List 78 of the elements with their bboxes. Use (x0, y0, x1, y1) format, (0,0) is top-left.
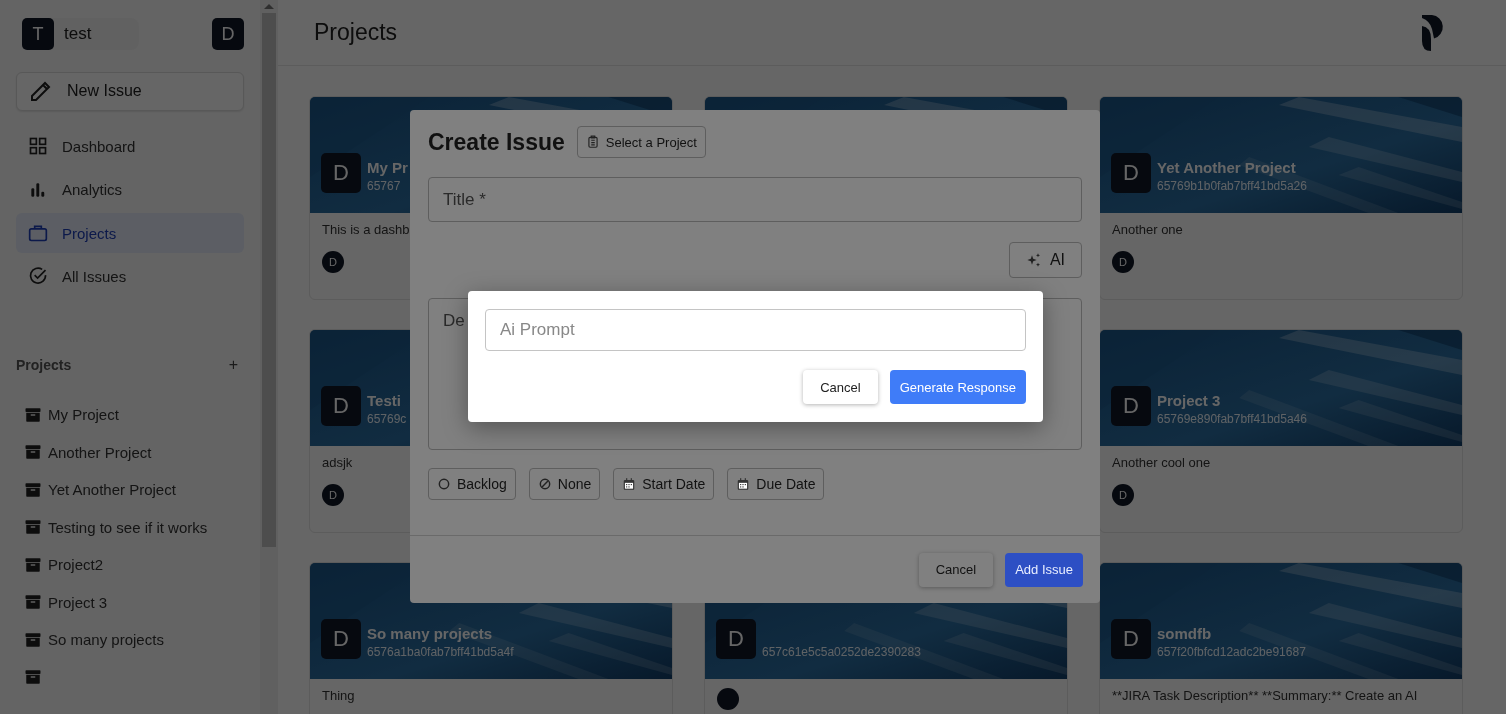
dialog-title: Create Issue (428, 128, 565, 156)
archive-icon (24, 443, 42, 462)
archive-icon (24, 518, 42, 537)
project-link[interactable]: My Project (16, 396, 244, 434)
pencil-icon (29, 79, 53, 104)
member-avatar: D (1112, 251, 1134, 273)
nav-item[interactable]: Dashboard (16, 126, 244, 166)
project-name: somdfb (1157, 625, 1213, 642)
check-circle-icon (28, 266, 48, 287)
project-avatar: D (321, 153, 361, 193)
add-project-button[interactable]: + (228, 356, 238, 375)
project-description: adsjk (322, 455, 354, 470)
project-avatar: D (1111, 386, 1151, 426)
archive-icon (24, 630, 42, 649)
project-name: Testi (367, 392, 402, 409)
property-chip[interactable]: Due Date (727, 468, 825, 500)
cancel-button[interactable]: Cancel (918, 552, 994, 587)
project-avatar: D (321, 386, 361, 426)
grid-icon (28, 136, 48, 157)
project-id: 65769c (367, 412, 407, 426)
archive-icon (24, 555, 42, 574)
project-name: Yet Another Project (1157, 159, 1297, 176)
ai-prompt-field[interactable]: Ai Prompt (485, 309, 1026, 351)
workspace-avatar: T (22, 18, 54, 50)
project-link[interactable]: Another Project (16, 433, 244, 472)
project-name: Project 3 (1157, 392, 1222, 409)
property-chip[interactable]: Backlog (428, 468, 516, 500)
logo-icon (1422, 14, 1446, 51)
project-description: Another one (1112, 222, 1184, 237)
briefcase-icon (28, 223, 48, 244)
project-id: 6576a1ba0fab7bff41bd5a4f (367, 645, 514, 659)
project-name: So many projects (367, 625, 494, 642)
project-name: My Pr (367, 159, 408, 176)
project-avatar: D (716, 619, 756, 659)
property-chip[interactable]: Start Date (613, 468, 715, 500)
member-avatar: D (322, 251, 344, 273)
section-heading: Projects (16, 357, 72, 374)
generate-response-button[interactable]: Generate Response (889, 370, 1026, 404)
project-link[interactable]: Yet Another Project (16, 471, 244, 509)
project-description: Thing (322, 688, 356, 703)
member-avatar: D (322, 484, 344, 506)
project-description: Another cool one (1112, 455, 1212, 470)
project-id: 657c61e5c5a0252de2390283 (762, 645, 921, 659)
archive-icon (24, 480, 42, 499)
project-id: 65769e890fab7bff41bd5a46 (1157, 412, 1307, 426)
circle-icon (437, 477, 451, 491)
archive-icon (24, 405, 42, 424)
ai-button[interactable]: AI (1008, 242, 1082, 278)
slash-circle-icon (537, 477, 552, 491)
archive-icon (24, 593, 42, 612)
project-description: **JIRA Task Description** **Summary:** Create an AI (1112, 688, 1419, 703)
add-issue-button[interactable]: Add Issue (1005, 552, 1083, 587)
clipboard-icon (585, 135, 600, 149)
project-avatar: D (321, 619, 361, 659)
project-select-button[interactable]: Select a Project (576, 126, 706, 158)
project-id: 657f20fbfcd12adc2be91687 (1157, 645, 1306, 659)
cancel-button[interactable]: Cancel (803, 370, 878, 404)
project-avatar: D (1111, 619, 1151, 659)
project-avatar: D (1111, 153, 1151, 193)
calendar-icon (622, 477, 637, 491)
project-link[interactable]: Project 3 (16, 583, 244, 622)
property-chip[interactable]: None (528, 468, 601, 500)
archive-icon (24, 668, 42, 687)
page-title: Projects (314, 19, 398, 46)
project-id: 65767 (367, 179, 402, 193)
calendar-icon (736, 477, 751, 491)
nav-item[interactable]: Analytics (16, 169, 244, 210)
user-avatar[interactable]: D (212, 18, 244, 50)
project-description: This is a dashb (322, 222, 411, 237)
nav-item[interactable]: Projects (16, 213, 244, 253)
project-link[interactable]: Project2 (16, 546, 244, 584)
project-link[interactable]: Testing to see if it works (16, 508, 244, 547)
project-id: 65769b1b0fab7bff41bd5a26 (1157, 179, 1307, 193)
new-issue-button[interactable]: New Issue (16, 72, 244, 111)
project-link[interactable]: So many projects (16, 621, 244, 659)
nav-item[interactable]: All Issues (16, 256, 244, 297)
title-field[interactable]: Title * (428, 177, 1082, 222)
member-avatar: D (1112, 484, 1134, 506)
